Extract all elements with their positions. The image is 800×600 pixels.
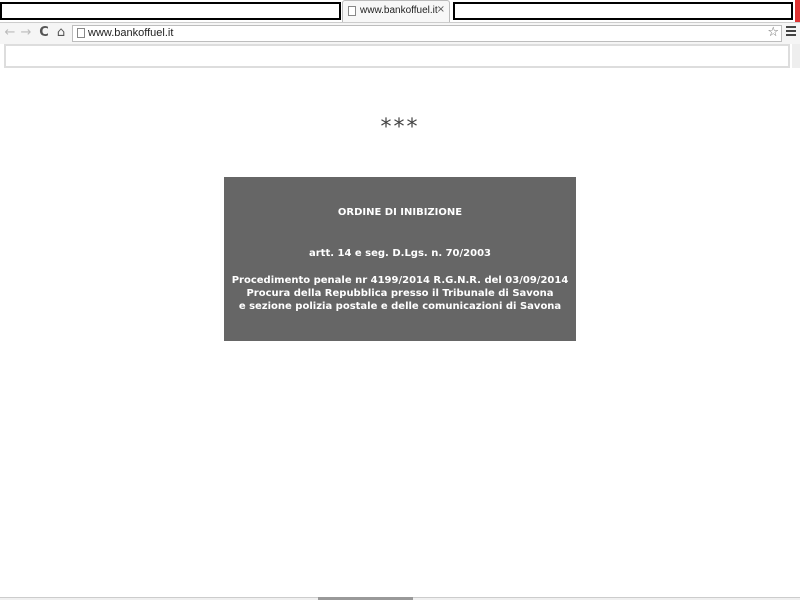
back-icon[interactable]: ←	[2, 25, 18, 41]
star-icon[interactable]: ☆	[767, 25, 779, 40]
tab-title: www.bankoffuel.it	[360, 5, 438, 16]
tab-strip: www.bankoffuel.it ×	[0, 0, 800, 22]
page-icon	[348, 6, 356, 16]
url-text[interactable]: www.bankoffuel.it	[88, 27, 173, 39]
notice-police-section: e sezione polizia postale e delle comuni…	[238, 301, 562, 312]
forward-icon[interactable]: →	[18, 25, 34, 41]
close-icon[interactable]: ×	[437, 4, 445, 16]
redacted-region-right	[453, 2, 793, 20]
scrollbar-top	[792, 44, 800, 68]
tab-active[interactable]: www.bankoffuel.it ×	[342, 0, 450, 22]
browser-window: www.bankoffuel.it × ← → C ⌂ www.bankoffu…	[0, 0, 800, 600]
home-icon[interactable]: ⌂	[53, 25, 69, 41]
decorative-stars: ***	[380, 115, 420, 140]
address-bar[interactable]: www.bankoffuel.it ☆	[72, 25, 782, 42]
redacted-region-left	[0, 2, 341, 20]
menu-icon[interactable]	[786, 26, 796, 38]
notice-law-reference: artt. 14 e seg. D.Lgs. n. 70/2003	[308, 248, 492, 259]
browser-toolbar: ← → C ⌂ www.bankoffuel.it ☆	[0, 22, 800, 44]
notice-title: ORDINE DI INIBIZIONE	[337, 207, 463, 218]
page-icon	[77, 28, 85, 38]
reload-icon[interactable]: C	[36, 25, 52, 41]
seizure-notice-box: ORDINE DI INIBIZIONE artt. 14 e seg. D.L…	[224, 177, 576, 341]
notice-authority: Procura della Repubblica presso il Tribu…	[246, 288, 554, 299]
window-control-strip[interactable]	[795, 0, 800, 22]
redacted-bookmarks-bar	[4, 44, 790, 68]
notice-proceeding: Procedimento penale nr 4199/2014 R.G.N.R…	[231, 275, 569, 286]
